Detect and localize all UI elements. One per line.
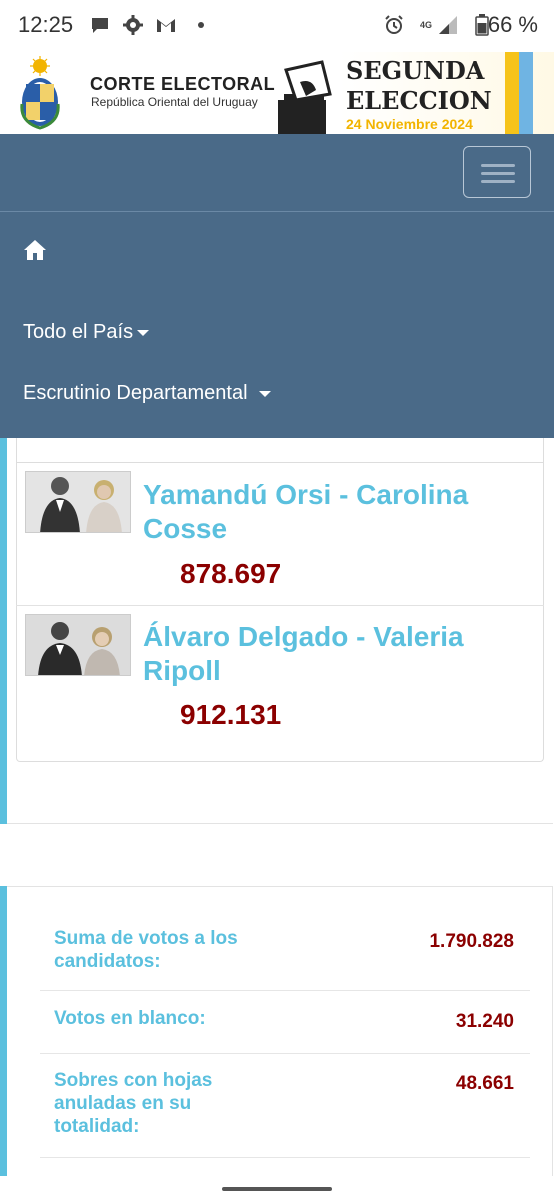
panel-accent-bar <box>0 886 7 1176</box>
nav-item-escrutinio-departamental[interactable]: Escrutinio Departamental <box>23 382 272 405</box>
total-label: Sobres con hojas anuladas en su totalida… <box>54 1070 213 1137</box>
dot-icon <box>189 13 213 37</box>
uruguay-seal-logo <box>20 56 60 130</box>
caret-down-icon <box>259 390 272 397</box>
header-banner: CORTE ELECTORAL República Oriental del U… <box>0 52 554 134</box>
total-value: 48.661 <box>455 1073 514 1094</box>
status-bar: 12:25 4G 66 % <box>0 0 554 52</box>
election-title-line1: SEGUNDA <box>346 56 485 85</box>
court-title: CORTE ELECTORAL <box>90 74 276 94</box>
total-label: Votos en blanco: <box>54 1008 206 1029</box>
divider <box>7 823 553 824</box>
court-subtitle: República Oriental del Uruguay <box>91 95 258 109</box>
ballot-box-icon <box>278 60 332 134</box>
menu-toggle-button[interactable] <box>463 146 531 198</box>
election-title-line2: ELECCION <box>346 86 492 115</box>
panel-accent-bar <box>0 438 7 824</box>
caret-down-icon <box>137 329 150 336</box>
election-date: 24 Noviembre 2024 <box>346 116 473 132</box>
total-value: 31.240 <box>455 1011 514 1032</box>
candidate-name[interactable]: Álvaro Delgado - Valeria Ripoll <box>143 620 523 688</box>
candidate-votes: 878.697 <box>180 558 282 589</box>
flag-stripe-yellow <box>505 52 519 134</box>
navbar-header <box>0 134 554 212</box>
candidate-name[interactable]: Yamandú Orsi - Carolina Cosse <box>143 478 523 546</box>
hamburger-line <box>481 164 515 167</box>
nav-item-todo-el-pais[interactable]: Todo el País <box>23 321 150 344</box>
nav-item-label: Todo el País <box>23 321 134 343</box>
hamburger-line <box>481 180 515 183</box>
network-type: 4G <box>419 19 432 30</box>
total-label: Suma de votos a los candidatos: <box>54 928 238 972</box>
main-navbar: Todo el País Escrutinio Departamental <box>0 134 554 438</box>
candidate-photo <box>25 614 131 676</box>
hamburger-line <box>481 172 515 175</box>
nav-item-label: Escrutinio Departamental <box>23 382 248 404</box>
status-time: 12:25 <box>18 12 74 37</box>
divider <box>40 1053 530 1054</box>
divider <box>40 1157 530 1158</box>
signal-icon <box>436 13 460 37</box>
candidate-photo <box>25 471 131 533</box>
home-icon[interactable] <box>23 238 47 262</box>
divider <box>40 990 530 991</box>
alarm-icon <box>382 13 406 37</box>
gear-icon <box>121 13 145 37</box>
divider <box>16 462 544 463</box>
divider <box>16 605 544 606</box>
candidate-votes: 912.131 <box>180 699 282 730</box>
chat-bubble-icon <box>88 13 112 37</box>
gmail-icon <box>154 13 178 37</box>
battery-percent: 66 % <box>487 12 538 37</box>
gesture-bar[interactable] <box>222 1187 332 1191</box>
total-value: 1.790.828 <box>429 931 514 952</box>
flag-stripe-blue <box>519 52 533 134</box>
